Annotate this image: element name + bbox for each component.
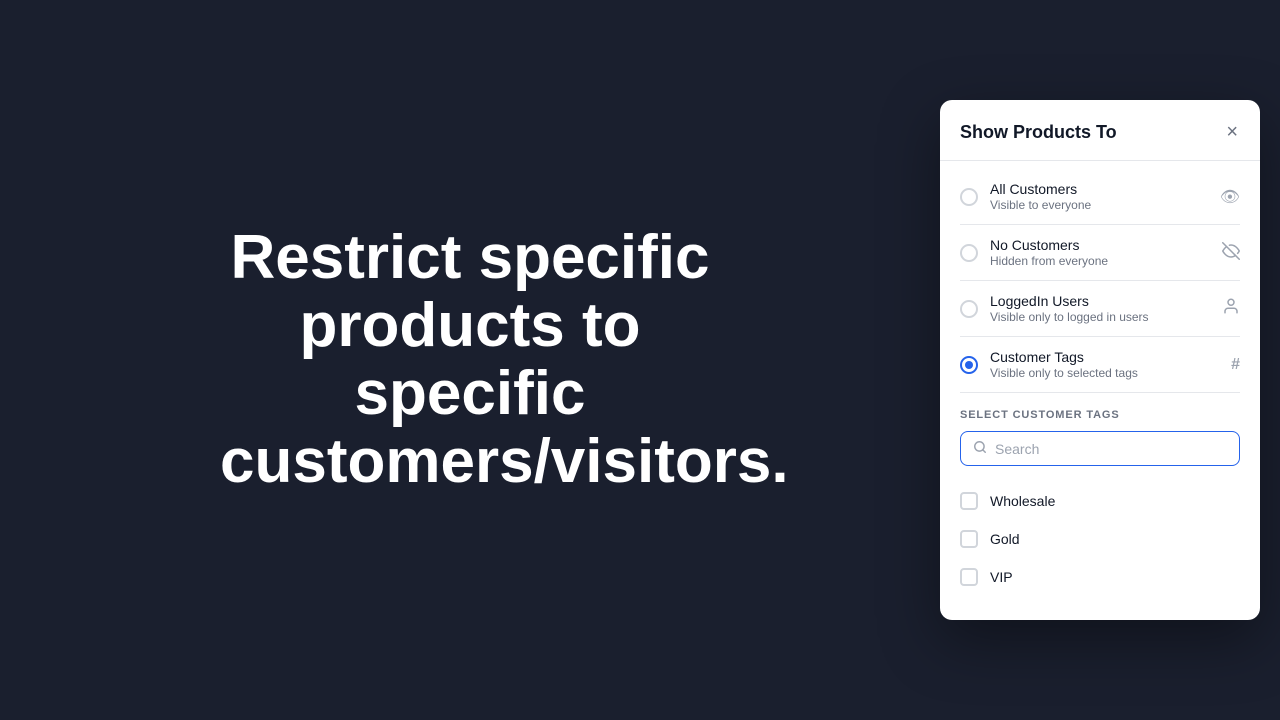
left-panel: Restrict specific products to specific c… (0, 0, 940, 720)
radio-label-no-customers: No Customers (990, 237, 1214, 253)
checkbox-wholesale[interactable] (960, 492, 978, 510)
close-button[interactable]: × (1224, 120, 1240, 144)
radio-text-all-customers: All Customers Visible to everyone (990, 181, 1212, 212)
eye-icon: 👁 (1220, 187, 1240, 207)
modal-title: Show Products To (960, 122, 1117, 143)
tag-item-gold[interactable]: Gold (960, 520, 1240, 558)
modal: Show Products To × All Customers Visible… (940, 100, 1260, 620)
radio-customer-tags (960, 356, 978, 374)
radio-all-customers (960, 188, 978, 206)
user-icon (1222, 297, 1240, 320)
tag-item-vip[interactable]: VIP (960, 558, 1240, 596)
right-panel: Show Products To × All Customers Visible… (940, 0, 1280, 720)
tag-item-wholesale[interactable]: Wholesale (960, 482, 1240, 520)
radio-sublabel-loggedin-users: Visible only to logged in users (990, 310, 1214, 324)
radio-text-loggedin-users: LoggedIn Users Visible only to logged in… (990, 293, 1214, 324)
tag-label-gold: Gold (990, 531, 1020, 547)
modal-body: All Customers Visible to everyone 👁 No C… (940, 161, 1260, 620)
radio-text-customer-tags: Customer Tags Visible only to selected t… (990, 349, 1223, 380)
tags-section: SELECT CUSTOMER TAGS (940, 393, 1260, 474)
hidden-icon (1222, 242, 1240, 264)
radio-sublabel-all-customers: Visible to everyone (990, 198, 1212, 212)
radio-text-no-customers: No Customers Hidden from everyone (990, 237, 1214, 268)
search-icon (973, 440, 987, 457)
radio-no-customers (960, 244, 978, 262)
search-box[interactable] (960, 431, 1240, 466)
tag-icon: # (1231, 356, 1240, 374)
radio-loggedin-users (960, 300, 978, 318)
radio-sublabel-customer-tags: Visible only to selected tags (990, 366, 1223, 380)
option-customer-tags[interactable]: Customer Tags Visible only to selected t… (940, 337, 1260, 392)
radio-label-all-customers: All Customers (990, 181, 1212, 197)
option-all-customers[interactable]: All Customers Visible to everyone 👁 (940, 169, 1260, 224)
tag-label-vip: VIP (990, 569, 1013, 585)
option-loggedin-users[interactable]: LoggedIn Users Visible only to logged in… (940, 281, 1260, 336)
radio-label-loggedin-users: LoggedIn Users (990, 293, 1214, 309)
search-input[interactable] (995, 441, 1227, 457)
checkbox-vip[interactable] (960, 568, 978, 586)
tag-label-wholesale: Wholesale (990, 493, 1055, 509)
radio-sublabel-no-customers: Hidden from everyone (990, 254, 1214, 268)
tag-list: Wholesale Gold VIP (940, 474, 1260, 612)
modal-header: Show Products To × (940, 100, 1260, 161)
radio-label-customer-tags: Customer Tags (990, 349, 1223, 365)
checkbox-gold[interactable] (960, 530, 978, 548)
option-no-customers[interactable]: No Customers Hidden from everyone (940, 225, 1260, 280)
headline: Restrict specific products to specific c… (220, 224, 720, 497)
tags-section-label: SELECT CUSTOMER TAGS (960, 409, 1240, 421)
close-icon: × (1226, 122, 1238, 142)
